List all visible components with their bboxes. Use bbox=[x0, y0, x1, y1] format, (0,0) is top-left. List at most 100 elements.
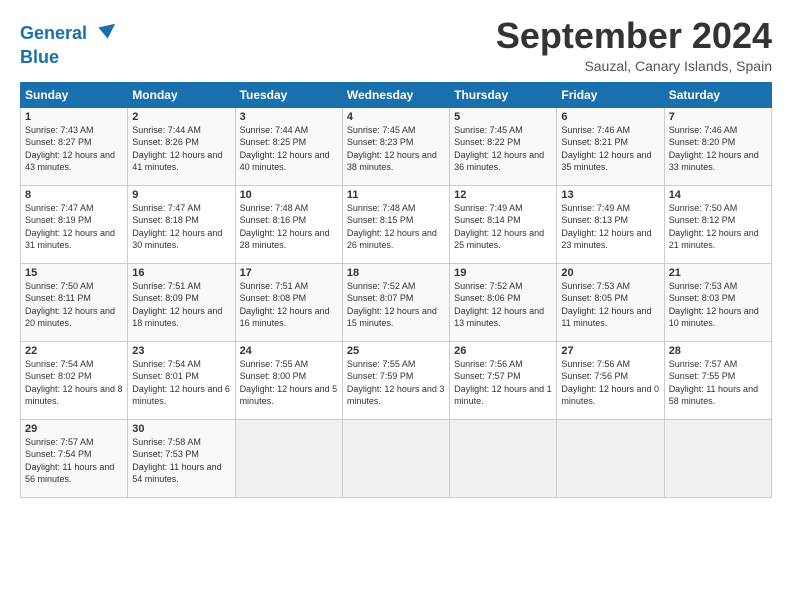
calendar-day: 1 Sunrise: 7:43 AM Sunset: 8:27 PM Dayli… bbox=[21, 107, 128, 185]
day-sunset: Sunset: 7:59 PM bbox=[347, 371, 414, 381]
day-number: 23 bbox=[132, 345, 230, 357]
day-sunrise: Sunrise: 7:48 AM bbox=[240, 203, 309, 213]
day-sunset: Sunset: 8:27 PM bbox=[25, 137, 92, 147]
calendar-day bbox=[664, 419, 771, 497]
day-sunrise: Sunrise: 7:50 AM bbox=[25, 281, 94, 291]
day-number: 10 bbox=[240, 189, 338, 201]
title-block: September 2024 Sauzal, Canary Islands, S… bbox=[496, 16, 772, 74]
day-number: 14 bbox=[669, 189, 767, 201]
calendar-day: 27 Sunrise: 7:56 AM Sunset: 7:56 PM Dayl… bbox=[557, 341, 664, 419]
day-daylight: Daylight: 12 hours and 43 minutes. bbox=[25, 150, 115, 173]
col-sunday: Sunday bbox=[21, 82, 128, 107]
logo-icon bbox=[89, 20, 117, 48]
day-sunrise: Sunrise: 7:46 AM bbox=[669, 125, 738, 135]
calendar-day: 24 Sunrise: 7:55 AM Sunset: 8:00 PM Dayl… bbox=[235, 341, 342, 419]
page-container: General Blue September 2024 Sauzal, Cana… bbox=[0, 0, 792, 508]
header-row-days: Sunday Monday Tuesday Wednesday Thursday… bbox=[21, 82, 772, 107]
day-number: 4 bbox=[347, 111, 445, 123]
day-sunrise: Sunrise: 7:54 AM bbox=[25, 359, 94, 369]
day-number: 19 bbox=[454, 267, 552, 279]
day-daylight: Daylight: 12 hours and 38 minutes. bbox=[347, 150, 437, 173]
day-sunset: Sunset: 8:26 PM bbox=[132, 137, 199, 147]
day-sunset: Sunset: 7:55 PM bbox=[669, 371, 736, 381]
day-sunrise: Sunrise: 7:44 AM bbox=[132, 125, 201, 135]
day-number: 30 bbox=[132, 423, 230, 435]
subtitle: Sauzal, Canary Islands, Spain bbox=[496, 58, 772, 74]
day-sunrise: Sunrise: 7:55 AM bbox=[240, 359, 309, 369]
day-number: 27 bbox=[561, 345, 659, 357]
day-number: 6 bbox=[561, 111, 659, 123]
day-number: 20 bbox=[561, 267, 659, 279]
day-sunset: Sunset: 8:06 PM bbox=[454, 293, 521, 303]
day-sunrise: Sunrise: 7:57 AM bbox=[25, 437, 94, 447]
day-sunset: Sunset: 8:23 PM bbox=[347, 137, 414, 147]
day-daylight: Daylight: 12 hours and 31 minutes. bbox=[25, 228, 115, 251]
calendar-day: 29 Sunrise: 7:57 AM Sunset: 7:54 PM Dayl… bbox=[21, 419, 128, 497]
day-daylight: Daylight: 11 hours and 54 minutes. bbox=[132, 462, 221, 485]
calendar-day: 11 Sunrise: 7:48 AM Sunset: 8:15 PM Dayl… bbox=[342, 185, 449, 263]
calendar-day bbox=[342, 419, 449, 497]
day-daylight: Daylight: 12 hours and 33 minutes. bbox=[669, 150, 759, 173]
logo-text: General bbox=[20, 24, 87, 44]
col-monday: Monday bbox=[128, 82, 235, 107]
day-sunrise: Sunrise: 7:50 AM bbox=[669, 203, 738, 213]
day-number: 24 bbox=[240, 345, 338, 357]
day-sunrise: Sunrise: 7:55 AM bbox=[347, 359, 416, 369]
day-daylight: Daylight: 12 hours and 25 minutes. bbox=[454, 228, 544, 251]
day-sunrise: Sunrise: 7:58 AM bbox=[132, 437, 201, 447]
calendar-day: 25 Sunrise: 7:55 AM Sunset: 7:59 PM Dayl… bbox=[342, 341, 449, 419]
calendar-day: 4 Sunrise: 7:45 AM Sunset: 8:23 PM Dayli… bbox=[342, 107, 449, 185]
day-daylight: Daylight: 12 hours and 10 minutes. bbox=[669, 306, 759, 329]
day-number: 9 bbox=[132, 189, 230, 201]
calendar-day: 17 Sunrise: 7:51 AM Sunset: 8:08 PM Dayl… bbox=[235, 263, 342, 341]
day-number: 16 bbox=[132, 267, 230, 279]
calendar-day: 20 Sunrise: 7:53 AM Sunset: 8:05 PM Dayl… bbox=[557, 263, 664, 341]
day-number: 22 bbox=[25, 345, 123, 357]
day-daylight: Daylight: 12 hours and 16 minutes. bbox=[240, 306, 330, 329]
day-sunset: Sunset: 8:03 PM bbox=[669, 293, 736, 303]
day-number: 13 bbox=[561, 189, 659, 201]
day-daylight: Daylight: 12 hours and 5 minutes. bbox=[240, 384, 338, 407]
calendar-day bbox=[557, 419, 664, 497]
day-number: 7 bbox=[669, 111, 767, 123]
calendar-day: 30 Sunrise: 7:58 AM Sunset: 7:53 PM Dayl… bbox=[128, 419, 235, 497]
day-sunrise: Sunrise: 7:56 AM bbox=[454, 359, 523, 369]
calendar-day bbox=[450, 419, 557, 497]
calendar-day: 22 Sunrise: 7:54 AM Sunset: 8:02 PM Dayl… bbox=[21, 341, 128, 419]
day-sunrise: Sunrise: 7:52 AM bbox=[347, 281, 416, 291]
day-sunset: Sunset: 8:00 PM bbox=[240, 371, 307, 381]
calendar-week-row: 29 Sunrise: 7:57 AM Sunset: 7:54 PM Dayl… bbox=[21, 419, 772, 497]
day-sunrise: Sunrise: 7:51 AM bbox=[132, 281, 201, 291]
day-number: 8 bbox=[25, 189, 123, 201]
day-sunset: Sunset: 8:25 PM bbox=[240, 137, 307, 147]
day-sunset: Sunset: 8:19 PM bbox=[25, 215, 92, 225]
day-sunrise: Sunrise: 7:57 AM bbox=[669, 359, 738, 369]
day-sunset: Sunset: 8:01 PM bbox=[132, 371, 199, 381]
day-sunrise: Sunrise: 7:44 AM bbox=[240, 125, 309, 135]
day-sunset: Sunset: 8:14 PM bbox=[454, 215, 521, 225]
day-sunrise: Sunrise: 7:53 AM bbox=[561, 281, 630, 291]
day-daylight: Daylight: 12 hours and 18 minutes. bbox=[132, 306, 222, 329]
day-sunset: Sunset: 8:08 PM bbox=[240, 293, 307, 303]
day-daylight: Daylight: 12 hours and 35 minutes. bbox=[561, 150, 651, 173]
day-sunset: Sunset: 8:20 PM bbox=[669, 137, 736, 147]
day-sunset: Sunset: 8:12 PM bbox=[669, 215, 736, 225]
day-sunset: Sunset: 8:22 PM bbox=[454, 137, 521, 147]
calendar-day: 21 Sunrise: 7:53 AM Sunset: 8:03 PM Dayl… bbox=[664, 263, 771, 341]
day-sunset: Sunset: 8:05 PM bbox=[561, 293, 628, 303]
day-sunset: Sunset: 8:15 PM bbox=[347, 215, 414, 225]
day-sunset: Sunset: 8:07 PM bbox=[347, 293, 414, 303]
day-daylight: Daylight: 12 hours and 3 minutes. bbox=[347, 384, 445, 407]
calendar-table: Sunday Monday Tuesday Wednesday Thursday… bbox=[20, 82, 772, 498]
day-sunset: Sunset: 8:16 PM bbox=[240, 215, 307, 225]
day-number: 25 bbox=[347, 345, 445, 357]
col-thursday: Thursday bbox=[450, 82, 557, 107]
day-number: 3 bbox=[240, 111, 338, 123]
calendar-day: 8 Sunrise: 7:47 AM Sunset: 8:19 PM Dayli… bbox=[21, 185, 128, 263]
header-row: General Blue September 2024 Sauzal, Cana… bbox=[20, 16, 772, 74]
day-daylight: Daylight: 12 hours and 11 minutes. bbox=[561, 306, 651, 329]
day-number: 11 bbox=[347, 189, 445, 201]
day-sunrise: Sunrise: 7:48 AM bbox=[347, 203, 416, 213]
day-sunset: Sunset: 8:11 PM bbox=[25, 293, 91, 303]
day-daylight: Daylight: 12 hours and 15 minutes. bbox=[347, 306, 437, 329]
